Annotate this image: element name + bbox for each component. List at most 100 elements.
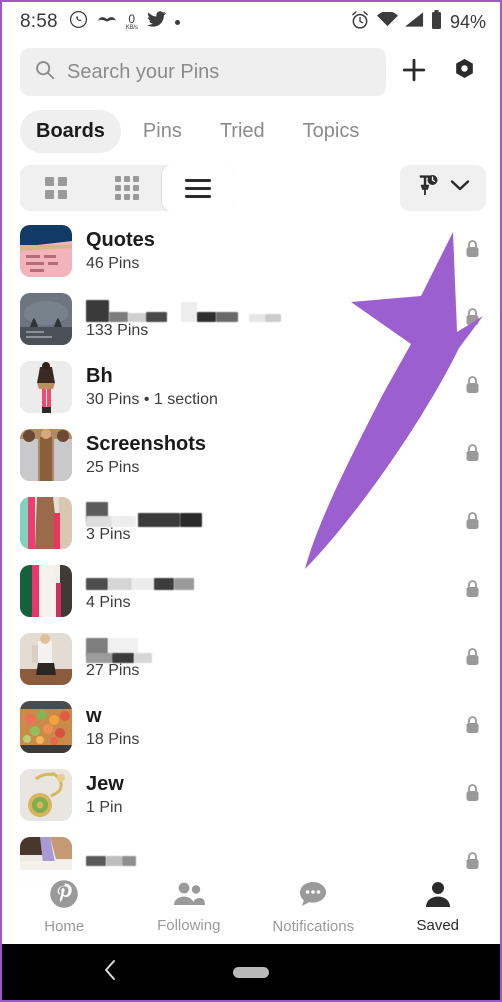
dot-icon — [174, 19, 180, 25]
board-meta: 3 Pins — [86, 525, 131, 543]
search-bar[interactable] — [20, 48, 386, 96]
board-title: Quotes — [86, 229, 155, 252]
board-info: 4 Pins — [86, 571, 451, 612]
search-row — [2, 42, 500, 102]
board-thumbnail — [20, 293, 72, 345]
tab-tried[interactable]: Tried — [204, 110, 281, 153]
board-meta: 133 Pins — [86, 321, 149, 339]
nav-item-notifications[interactable]: Notifications — [251, 880, 376, 935]
back-chevron-icon[interactable] — [102, 958, 118, 987]
filter-tabs: Boards Pins Tried Topics — [2, 102, 500, 163]
tab-boards[interactable]: Boards — [20, 110, 121, 153]
chat-bubble-icon — [298, 880, 328, 914]
phone-screen: 8:58 0 KB/s 94% Search your Pins Boards … — [0, 0, 502, 1002]
lock-icon — [465, 443, 480, 467]
board-info: 133 Pins — [86, 299, 451, 340]
view-toggle-group — [20, 165, 233, 211]
board-title: Screenshots — [86, 433, 207, 456]
whatsapp-icon — [69, 10, 88, 34]
board-row-redacted-4[interactable]: 4 Pins — [2, 557, 500, 625]
settings-button[interactable] — [442, 50, 486, 94]
status-left-icons: 0 KB/s — [69, 10, 180, 34]
redacted-board-title — [86, 299, 451, 323]
board-row-bh[interactable]: Bh 30 Pins • 1 section — [2, 353, 500, 421]
data-speed-unit: KB/s — [125, 25, 138, 31]
pin-clock-icon — [416, 174, 442, 203]
pinterest-icon — [49, 879, 79, 914]
redacted-board-title — [86, 637, 451, 663]
board-thumbnail — [20, 497, 72, 549]
tab-topics[interactable]: Topics — [287, 110, 376, 153]
battery-icon — [431, 10, 442, 34]
board-row-quotes[interactable]: Quotes 46 Pins — [2, 217, 500, 285]
grid-3x3-icon — [114, 176, 139, 200]
grid-3-view-button[interactable] — [91, 165, 162, 211]
android-navigation-bar — [2, 944, 500, 1000]
redacted-board-title — [86, 571, 451, 595]
board-title: Jew — [86, 773, 124, 796]
lock-icon — [465, 647, 480, 671]
redacted-board-title — [86, 501, 451, 527]
board-row-w[interactable]: w 18 Pins — [2, 693, 500, 761]
person-icon — [424, 880, 452, 913]
grid-2-view-button[interactable] — [20, 165, 91, 211]
lock-icon — [465, 511, 480, 535]
home-pill-icon[interactable] — [233, 966, 269, 978]
wifi-icon — [376, 11, 398, 32]
board-meta: 46 Pins — [86, 254, 140, 272]
add-button[interactable] — [392, 50, 436, 94]
board-info: 3 Pins — [86, 501, 451, 544]
grid-2x2-icon — [44, 177, 67, 199]
data-speed-value: 0 — [128, 12, 136, 26]
board-info: Jew 1 Pin — [86, 773, 451, 816]
lock-icon — [465, 307, 480, 331]
board-meta: 1 Pin — [86, 798, 123, 816]
gear-icon — [452, 57, 477, 87]
sort-boards-button[interactable] — [400, 165, 486, 211]
board-row-redacted-133[interactable]: 133 Pins — [2, 285, 500, 353]
status-time: 8:58 — [20, 11, 58, 32]
board-info: Screenshots 25 Pins — [86, 433, 451, 476]
lock-icon — [465, 715, 480, 739]
board-meta: 4 Pins — [86, 593, 131, 611]
board-info: Bh 30 Pins • 1 section — [86, 365, 451, 408]
status-bar: 8:58 0 KB/s 94% — [2, 2, 500, 42]
lock-icon — [465, 783, 480, 807]
people-icon — [173, 880, 205, 913]
lock-icon — [465, 239, 480, 263]
view-options-row — [2, 163, 500, 217]
board-thumbnail — [20, 701, 72, 753]
board-info: Quotes 46 Pins — [86, 229, 451, 272]
status-right-icons: 94% — [350, 10, 486, 35]
board-row-redacted-3[interactable]: 3 Pins — [2, 489, 500, 557]
twitter-icon — [146, 11, 166, 33]
boards-list: Quotes 46 Pins 133 Pins Bh 30 Pins • 1 s… — [2, 217, 500, 897]
board-info: w 18 Pins — [86, 705, 451, 748]
board-row-screenshots[interactable]: Screenshots 25 Pins — [2, 421, 500, 489]
board-row-redacted-27[interactable]: 27 Pins — [2, 625, 500, 693]
lock-icon — [465, 579, 480, 603]
board-thumbnail — [20, 769, 72, 821]
board-title: Bh — [86, 365, 113, 388]
nav-label-notifications: Notifications — [272, 917, 355, 935]
search-input[interactable] — [67, 60, 372, 84]
battery-percent: 94% — [449, 11, 486, 32]
alarm-clock-icon — [350, 10, 370, 35]
nav-item-home[interactable]: Home — [2, 879, 127, 935]
data-speed-icon: 0 KB/s — [126, 13, 138, 31]
list-view-button[interactable] — [162, 165, 233, 211]
nav-item-following[interactable]: Following — [127, 880, 252, 934]
tab-pins[interactable]: Pins — [127, 110, 198, 153]
nav-item-saved[interactable]: Saved — [376, 880, 501, 934]
lock-icon — [465, 375, 480, 399]
board-thumbnail — [20, 361, 72, 413]
chevron-down-icon — [450, 179, 470, 197]
board-thumbnail — [20, 429, 72, 481]
nav-label-home: Home — [44, 918, 85, 935]
board-thumbnail — [20, 633, 72, 685]
nav-label-following: Following — [157, 917, 221, 934]
board-row-jew[interactable]: Jew 1 Pin — [2, 761, 500, 829]
board-thumbnail — [20, 225, 72, 277]
mustache-icon — [97, 13, 117, 31]
board-info: 27 Pins — [86, 637, 451, 680]
